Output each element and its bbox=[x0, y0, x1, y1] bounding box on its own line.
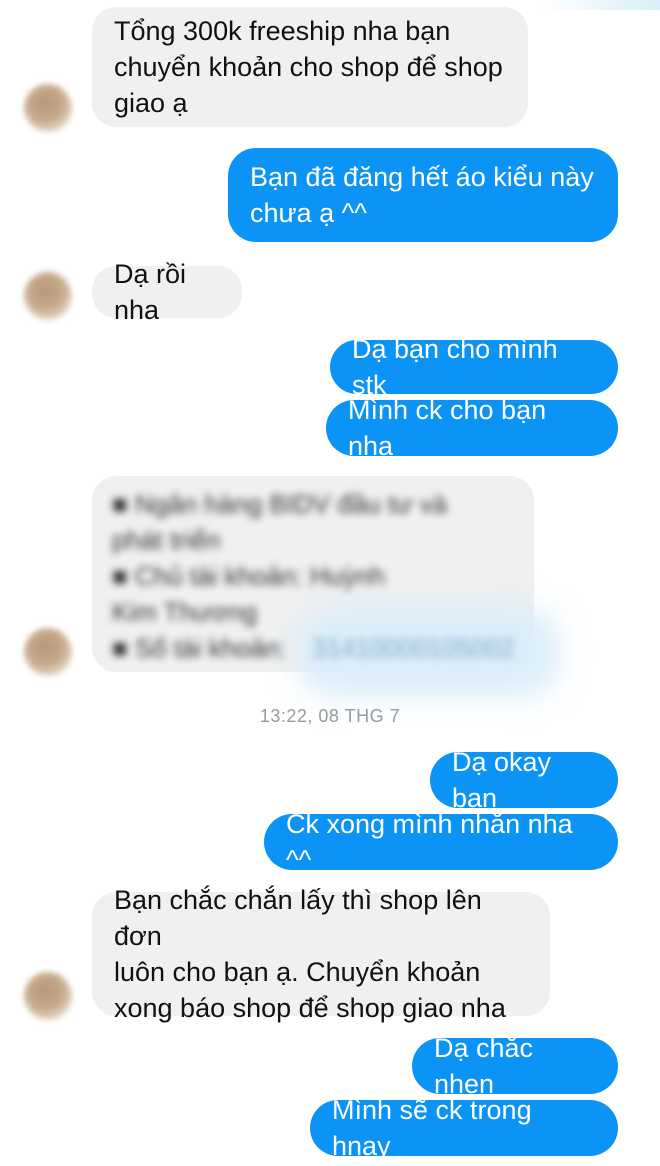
sender-avatar[interactable] bbox=[24, 628, 72, 676]
outgoing-message[interactable]: Bạn đã đăng hết áo kiểu này chưa ạ ^^ bbox=[228, 148, 618, 242]
outgoing-message[interactable]: Dạ chắc nhen bbox=[412, 1033, 618, 1099]
incoming-message[interactable]: Bạn chắc chắn lấy thì shop lên đơn luôn … bbox=[92, 885, 550, 1023]
incoming-message[interactable]: Tổng 300k freeship nha bạn chuyển khoản … bbox=[92, 7, 528, 127]
sender-avatar[interactable] bbox=[24, 972, 72, 1020]
outgoing-message[interactable]: Mình ck cho bạn nha bbox=[326, 395, 618, 461]
sender-avatar[interactable] bbox=[24, 84, 72, 132]
outgoing-message[interactable]: Ck xong mình nhắn nha ^^ bbox=[264, 809, 618, 875]
top-edge-gradient bbox=[540, 0, 660, 10]
outgoing-message[interactable]: Dạ okay bạn bbox=[430, 747, 618, 813]
incoming-message[interactable]: Dạ rồi nha bbox=[92, 259, 242, 325]
message-timestamp: 13:22, 08 THG 7 bbox=[259, 706, 401, 726]
account-number-text: 31410000105002 bbox=[312, 633, 515, 663]
sender-avatar[interactable] bbox=[24, 272, 72, 320]
outgoing-message[interactable]: Mình sẽ ck trong hnay bbox=[310, 1095, 618, 1161]
chat-thread: Tổng 300k freeship nha bạn chuyển khoản … bbox=[0, 0, 660, 1166]
outgoing-message[interactable]: Dạ bạn cho mình stk bbox=[330, 334, 618, 400]
